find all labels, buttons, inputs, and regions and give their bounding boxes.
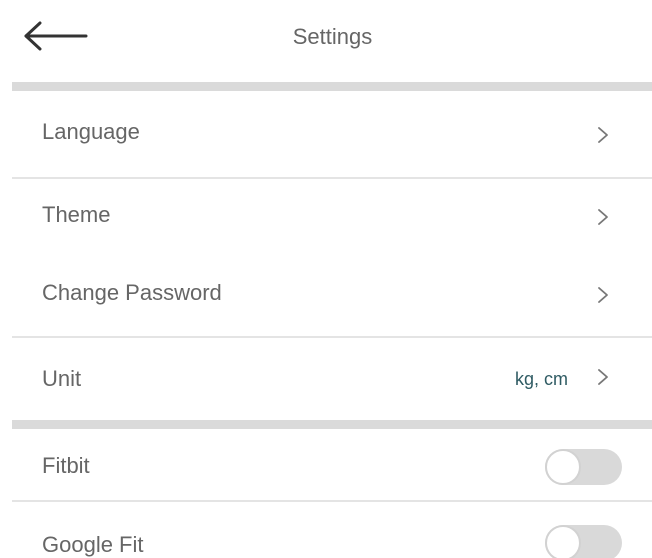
section-divider (12, 82, 652, 91)
unit-value: kg, cm (514, 369, 568, 389)
chevron-right-icon (598, 209, 608, 225)
language-label: Language (42, 119, 140, 144)
theme-row[interactable]: Theme (12, 179, 652, 257)
language-row[interactable]: Language (12, 91, 652, 177)
fitbit-label: Fitbit (42, 453, 90, 478)
settings-screen: Settings Language Theme Change Password … (0, 0, 652, 558)
change-password-label: Change Password (42, 280, 222, 305)
theme-label: Theme (42, 202, 111, 227)
unit-row[interactable]: Unit kg, cm (12, 338, 652, 420)
page-title: Settings (292, 24, 373, 49)
google-fit-toggle[interactable] (545, 525, 622, 558)
section-divider (12, 420, 652, 429)
header: Settings (0, 0, 652, 80)
chevron-right-icon (598, 127, 608, 143)
chevron-right-icon (598, 369, 608, 385)
toggle-knob (545, 525, 581, 558)
unit-label: Unit (42, 366, 82, 391)
google-fit-label: Google Fit (42, 532, 144, 557)
fitbit-toggle[interactable] (545, 449, 622, 485)
chevron-right-icon (598, 287, 608, 303)
change-password-row[interactable]: Change Password (12, 257, 652, 336)
toggle-knob (545, 449, 581, 485)
